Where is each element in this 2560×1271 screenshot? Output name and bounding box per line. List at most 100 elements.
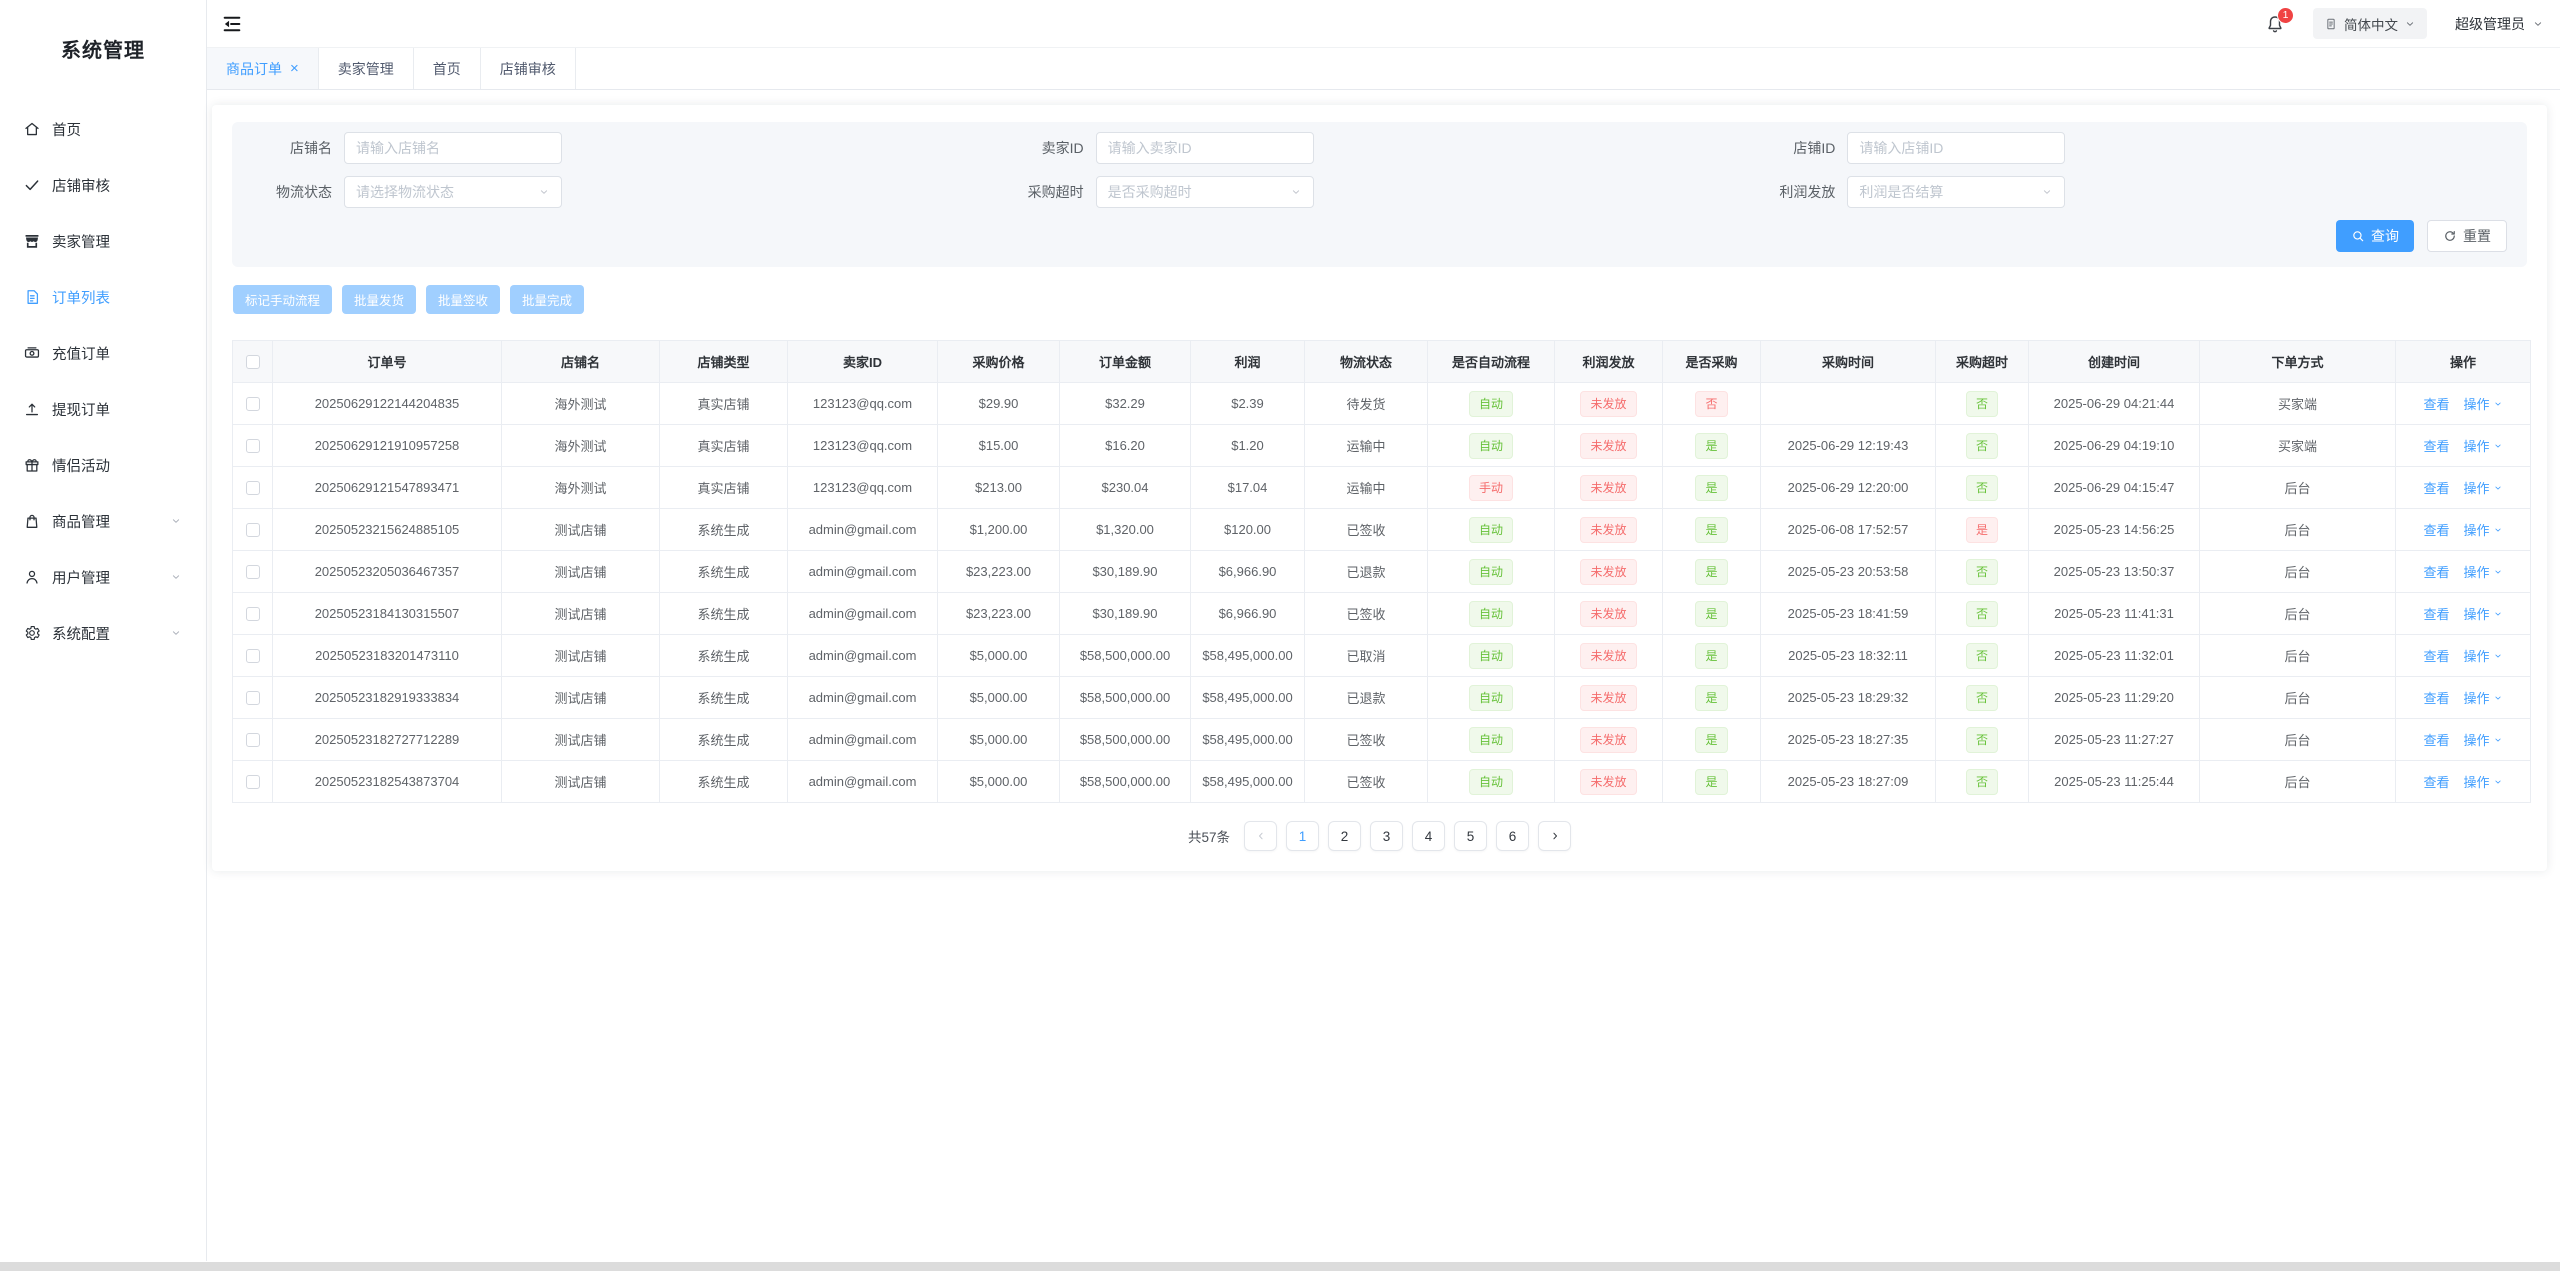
sidebar-item-10[interactable]: 系统配置 [0,605,206,661]
filter-field: 利润发放利润是否结算 [1755,176,2507,208]
sidebar-item-6[interactable]: 提现订单 [0,381,206,437]
audit-check-icon [23,176,41,194]
cell-auto-flow: 自动 [1428,719,1555,761]
view-link[interactable]: 查看 [2423,478,2449,497]
cell-order-method: 后台 [2200,761,2396,803]
view-link[interactable]: 查看 [2423,604,2449,623]
row-checkbox[interactable] [246,607,260,621]
view-link[interactable]: 查看 [2423,772,2449,791]
notification-bell[interactable]: 1 [2265,14,2285,34]
row-checkbox[interactable] [246,481,260,495]
view-link[interactable]: 查看 [2423,688,2449,707]
shop-id-input[interactable]: 请输入店铺ID [1847,132,2065,164]
auto-flow-tag: 自动 [1469,643,1513,669]
prev-page-button[interactable] [1244,821,1277,851]
row-action-dropdown[interactable]: 操作 [2464,646,2503,665]
sidebar-item-7[interactable]: 情侣活动 [0,437,206,493]
sidebar-item-1[interactable]: 首页 [0,101,206,157]
profit-release-select[interactable]: 利润是否结算 [1847,176,2065,208]
select-all-checkbox[interactable] [246,355,260,369]
tab-2[interactable]: 卖家管理 [319,48,414,89]
logistics-status-select[interactable]: 请选择物流状态 [344,176,562,208]
row-checkbox[interactable] [246,775,260,789]
purchase-timeout-select[interactable]: 是否采购超时 [1096,176,1314,208]
column-header: 是否自动流程 [1428,341,1555,383]
select-cell [233,677,273,719]
purchase-timeout-tag: 否 [1966,475,1998,501]
row-checkbox[interactable] [246,439,260,453]
cell-create-time: 2025-05-23 11:27:27 [2029,719,2200,761]
tab-4[interactable]: 店铺审核 [481,48,576,89]
collapse-sidebar-icon[interactable] [221,13,243,35]
row-action-dropdown[interactable]: 操作 [2464,730,2503,749]
view-link[interactable]: 查看 [2423,394,2449,413]
page-button-6[interactable]: 6 [1496,821,1529,851]
purchase-timeout-tag: 否 [1966,727,1998,753]
batch-sign-button[interactable]: 批量签收 [426,285,500,314]
cell-logistics-status: 待发货 [1305,383,1428,425]
cell-profit-release: 未发放 [1555,383,1663,425]
close-tab-icon[interactable]: × [290,61,299,76]
tab-3[interactable]: 首页 [414,48,481,89]
page-button-5[interactable]: 5 [1454,821,1487,851]
tab-1[interactable]: 商品订单× [207,48,319,89]
sidebar-item-label: 系统配置 [52,623,110,644]
user-menu[interactable]: 超级管理员 [2455,14,2544,34]
seller-shop-icon [23,232,41,250]
filter-panel: 店铺名请输入店铺名卖家ID请输入卖家ID店铺ID请输入店铺ID物流状态请选择物流… [232,122,2527,267]
sidebar-item-9[interactable]: 用户管理 [0,549,206,605]
sidebar-item-2[interactable]: 店铺审核 [0,157,206,213]
reset-button[interactable]: 重置 [2427,220,2507,252]
row-action-dropdown[interactable]: 操作 [2464,688,2503,707]
row-checkbox[interactable] [246,691,260,705]
row-action-dropdown[interactable]: 操作 [2464,772,2503,791]
mark-manual-flow-button[interactable]: 标记手动流程 [233,285,332,314]
view-link[interactable]: 查看 [2423,646,2449,665]
row-checkbox[interactable] [246,565,260,579]
cell-purchase-time: 2025-05-23 20:53:58 [1761,551,1936,593]
cell-profit-release: 未发放 [1555,425,1663,467]
row-checkbox[interactable] [246,397,260,411]
cell-order-number: 20250523182727712289 [273,719,502,761]
shop-name-input[interactable]: 请输入店铺名 [344,132,562,164]
cell-profit: $1.20 [1191,425,1305,467]
row-action-dropdown[interactable]: 操作 [2464,436,2503,455]
search-button[interactable]: 查询 [2336,220,2414,252]
column-header: 利润 [1191,341,1305,383]
sidebar-item-4[interactable]: 订单列表 [0,269,206,325]
next-page-button[interactable] [1538,821,1571,851]
view-link[interactable]: 查看 [2423,520,2449,539]
page-button-3[interactable]: 3 [1370,821,1403,851]
page-button-2[interactable]: 2 [1328,821,1361,851]
cell-logistics-status: 已签收 [1305,719,1428,761]
row-checkbox[interactable] [246,733,260,747]
table-row: 20250523182727712289测试店铺系统生成admin@gmail.… [233,719,2531,761]
auto-flow-tag: 自动 [1469,601,1513,627]
row-action-dropdown[interactable]: 操作 [2464,520,2503,539]
document-icon [2324,17,2338,31]
view-link[interactable]: 查看 [2423,562,2449,581]
row-checkbox[interactable] [246,649,260,663]
row-checkbox[interactable] [246,523,260,537]
row-action-dropdown[interactable]: 操作 [2464,562,2503,581]
cell-purchase-time: 2025-05-23 18:27:35 [1761,719,1936,761]
language-selector[interactable]: 简体中文 [2313,8,2427,39]
view-link[interactable]: 查看 [2423,730,2449,749]
page-button-4[interactable]: 4 [1412,821,1445,851]
page-button-1[interactable]: 1 [1286,821,1319,851]
sidebar-item-8[interactable]: 商品管理 [0,493,206,549]
table-row: 20250523182919333834测试店铺系统生成admin@gmail.… [233,677,2531,719]
sidebar-item-5[interactable]: 充值订单 [0,325,206,381]
batch-complete-button[interactable]: 批量完成 [510,285,584,314]
view-link[interactable]: 查看 [2423,436,2449,455]
batch-ship-button[interactable]: 批量发货 [342,285,416,314]
row-action-dropdown[interactable]: 操作 [2464,394,2503,413]
seller-id-input[interactable]: 请输入卖家ID [1096,132,1314,164]
sidebar-item-3[interactable]: 卖家管理 [0,213,206,269]
profit-release-tag: 未发放 [1580,391,1636,417]
horizontal-scrollbar[interactable] [0,1262,2560,1271]
row-action-dropdown[interactable]: 操作 [2464,604,2503,623]
cell-profit-release: 未发放 [1555,719,1663,761]
row-action-dropdown[interactable]: 操作 [2464,478,2503,497]
select-cell [233,425,273,467]
